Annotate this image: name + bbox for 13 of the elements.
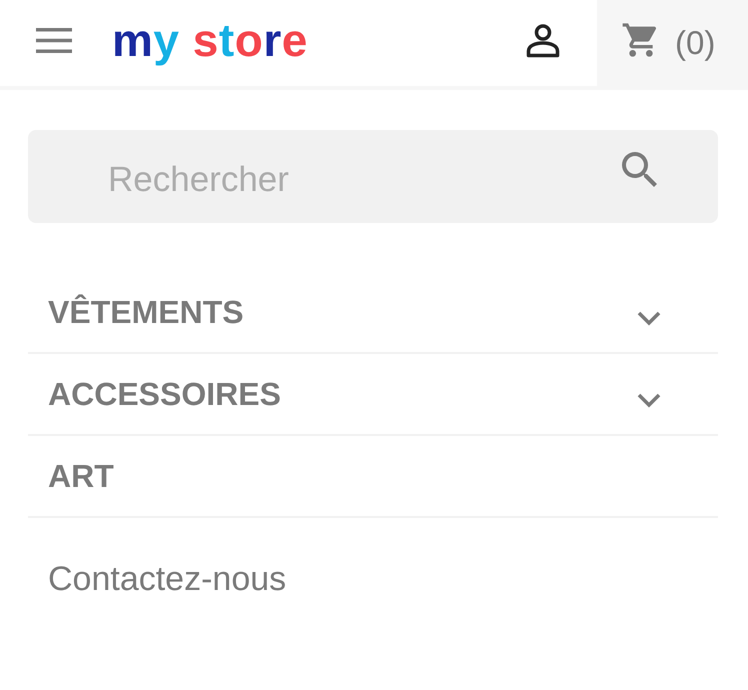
cart-button[interactable]: (0) <box>597 0 748 86</box>
menu-item[interactable]: ACCESSOIRES <box>28 354 718 436</box>
store-logo[interactable]: my store <box>112 17 308 69</box>
menu-item[interactable]: VÊTEMENTS <box>28 272 718 354</box>
menu-item[interactable]: ART <box>28 436 718 518</box>
menu-icon <box>36 28 72 52</box>
user-icon <box>526 24 560 58</box>
search-icon <box>622 152 658 188</box>
contact-link[interactable]: Contactez-nous <box>48 560 286 599</box>
search-field[interactable]: Rechercher <box>28 130 718 223</box>
account-button[interactable] <box>526 24 560 58</box>
search-button[interactable] <box>622 152 658 188</box>
menu-button[interactable] <box>36 28 72 52</box>
